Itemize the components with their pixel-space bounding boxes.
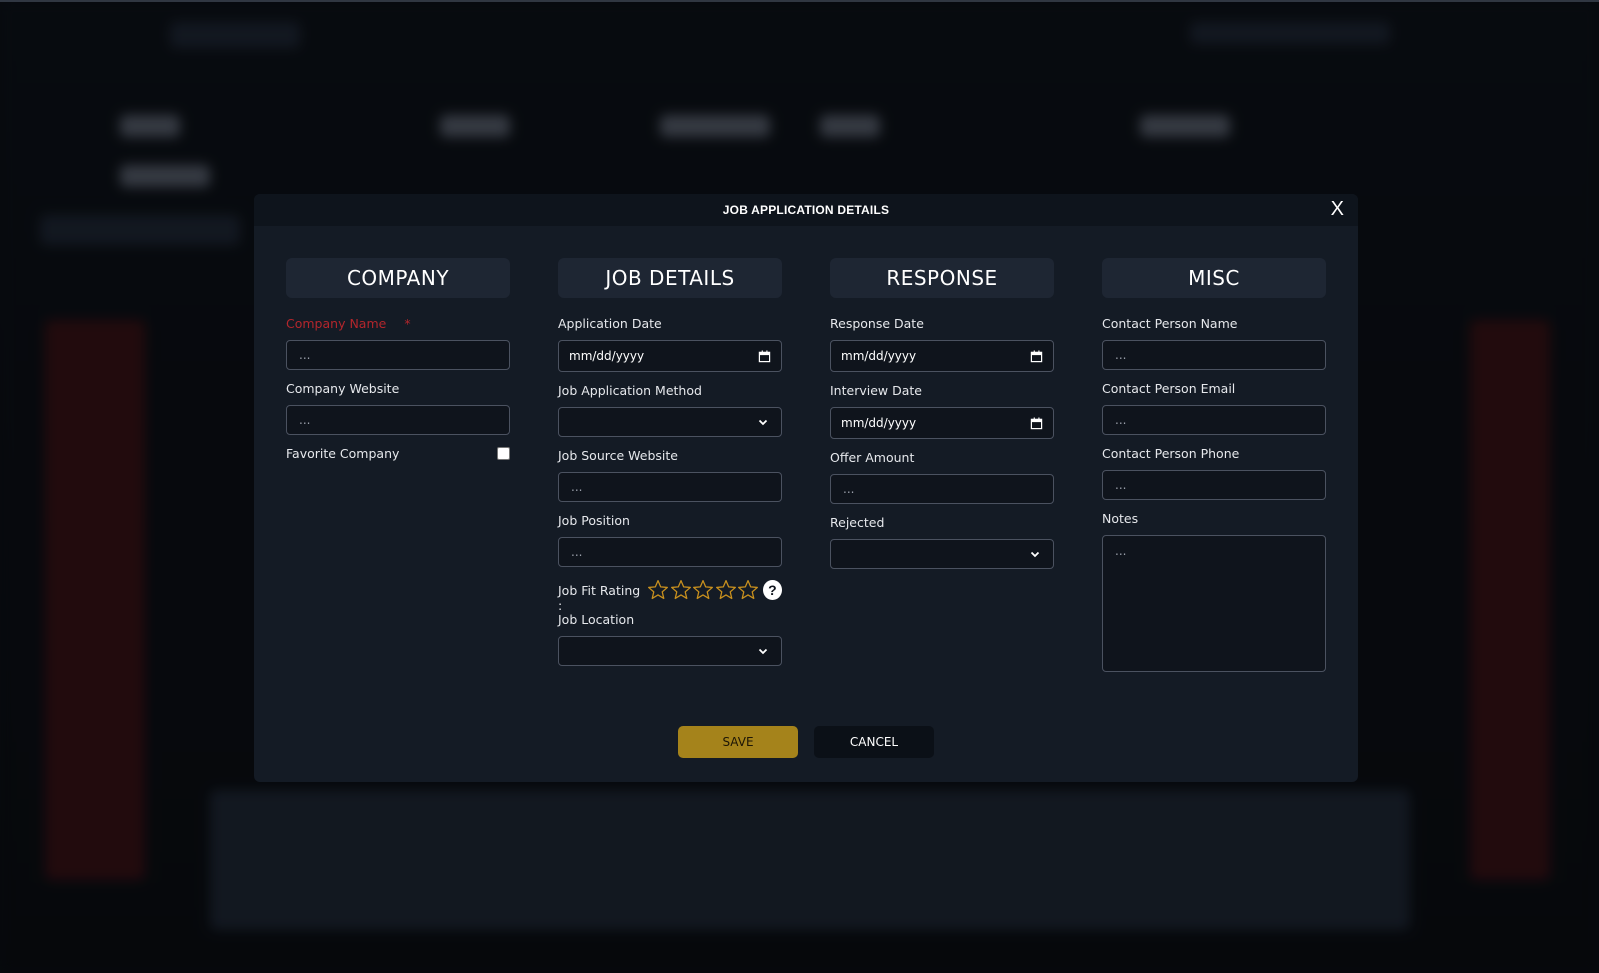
contact-email-label: Contact Person Email (1102, 381, 1236, 396)
job-source-label: Job Source Website (558, 448, 678, 463)
job-position-value: ... (571, 545, 583, 559)
job-position-label: Job Position (558, 513, 630, 528)
company-column: COMPANY Company Name * ... Company Websit… (286, 258, 510, 461)
response-heading: RESPONSE (830, 258, 1054, 298)
favorite-company-checkbox[interactable] (497, 446, 510, 460)
star-icon[interactable] (647, 579, 669, 601)
contact-email-input[interactable]: ... (1102, 405, 1326, 435)
chevron-down-icon (1030, 551, 1040, 558)
contact-phone-label: Contact Person Phone (1102, 446, 1240, 461)
company-website-input[interactable]: ... (286, 405, 510, 435)
job-source-value: ... (571, 480, 583, 494)
interview-date-input[interactable]: mm/dd/yyyy (830, 407, 1054, 439)
offer-amount-value: ... (843, 482, 855, 496)
misc-column: MISC Contact Person Name ... Contact Per… (1102, 258, 1326, 672)
company-heading: COMPANY (286, 258, 510, 298)
notes-value: ... (1115, 544, 1127, 558)
notes-label: Notes (1102, 511, 1139, 526)
misc-heading: MISC (1102, 258, 1326, 298)
calendar-icon[interactable] (758, 349, 771, 363)
application-date-label: Application Date (558, 316, 662, 331)
chevron-down-icon (758, 648, 768, 655)
company-name-input[interactable]: ... (286, 340, 510, 370)
contact-name-label: Contact Person Name (1102, 316, 1238, 331)
application-date-input[interactable]: mm/dd/yyyy (558, 340, 782, 372)
close-button[interactable]: X (1331, 198, 1344, 221)
company-name-label-text: Company Name (286, 316, 387, 331)
help-icon[interactable]: ? (762, 580, 782, 600)
application-method-select[interactable] (558, 407, 782, 437)
cancel-button[interactable]: CANCEL (814, 726, 934, 758)
job-source-input[interactable]: ... (558, 472, 782, 502)
save-button[interactable]: SAVE (678, 726, 798, 758)
star-icon[interactable] (692, 579, 714, 601)
company-website-label: Company Website (286, 381, 400, 396)
response-column: RESPONSE Response Date mm/dd/yyyy Interv… (830, 258, 1054, 569)
interview-date-value: mm/dd/yyyy (841, 416, 917, 430)
offer-amount-input[interactable]: ... (830, 474, 1054, 504)
response-date-value: mm/dd/yyyy (841, 349, 917, 363)
job-details-heading: JOB DETAILS (558, 258, 782, 298)
response-date-input[interactable]: mm/dd/yyyy (830, 340, 1054, 372)
company-name-label: Company Name * (286, 316, 510, 331)
job-application-modal: JOB APPLICATION DETAILS X COMPANY Compan… (254, 194, 1358, 782)
required-marker: * (404, 316, 411, 331)
rejected-select[interactable] (830, 539, 1054, 569)
favorite-company-row: Favorite Company (286, 446, 510, 461)
notes-textarea[interactable]: ... (1102, 535, 1326, 672)
calendar-icon[interactable] (1030, 416, 1043, 430)
modal-title: JOB APPLICATION DETAILS (722, 203, 890, 217)
contact-name-input[interactable]: ... (1102, 340, 1326, 370)
rating-stars (647, 579, 760, 601)
job-location-select[interactable] (558, 636, 782, 666)
company-website-value: ... (299, 413, 311, 427)
job-location-label: Job Location (558, 612, 635, 627)
job-fit-rating: Job Fit Rating : ? (558, 578, 782, 613)
star-icon[interactable] (670, 579, 692, 601)
star-icon[interactable] (715, 579, 737, 601)
modal-header: JOB APPLICATION DETAILS X (254, 194, 1358, 226)
favorite-company-label: Favorite Company (286, 446, 400, 461)
calendar-icon[interactable] (1030, 349, 1043, 363)
star-icon[interactable] (737, 579, 759, 601)
contact-email-value: ... (1115, 413, 1127, 427)
contact-phone-input[interactable]: ... (1102, 470, 1326, 500)
contact-phone-value: ... (1115, 478, 1127, 492)
chevron-down-icon (758, 419, 768, 426)
company-name-value: ... (299, 348, 311, 362)
contact-name-value: ... (1115, 348, 1127, 362)
interview-date-label: Interview Date (830, 383, 922, 398)
job-fit-rating-label: Job Fit Rating : (558, 583, 641, 613)
job-position-input[interactable]: ... (558, 537, 782, 567)
job-details-column: JOB DETAILS Application Date mm/dd/yyyy … (558, 258, 782, 666)
rejected-label: Rejected (830, 515, 885, 530)
offer-amount-label: Offer Amount (830, 450, 915, 465)
application-date-value: mm/dd/yyyy (569, 349, 645, 363)
application-method-label: Job Application Method (558, 383, 702, 398)
response-date-label: Response Date (830, 316, 924, 331)
